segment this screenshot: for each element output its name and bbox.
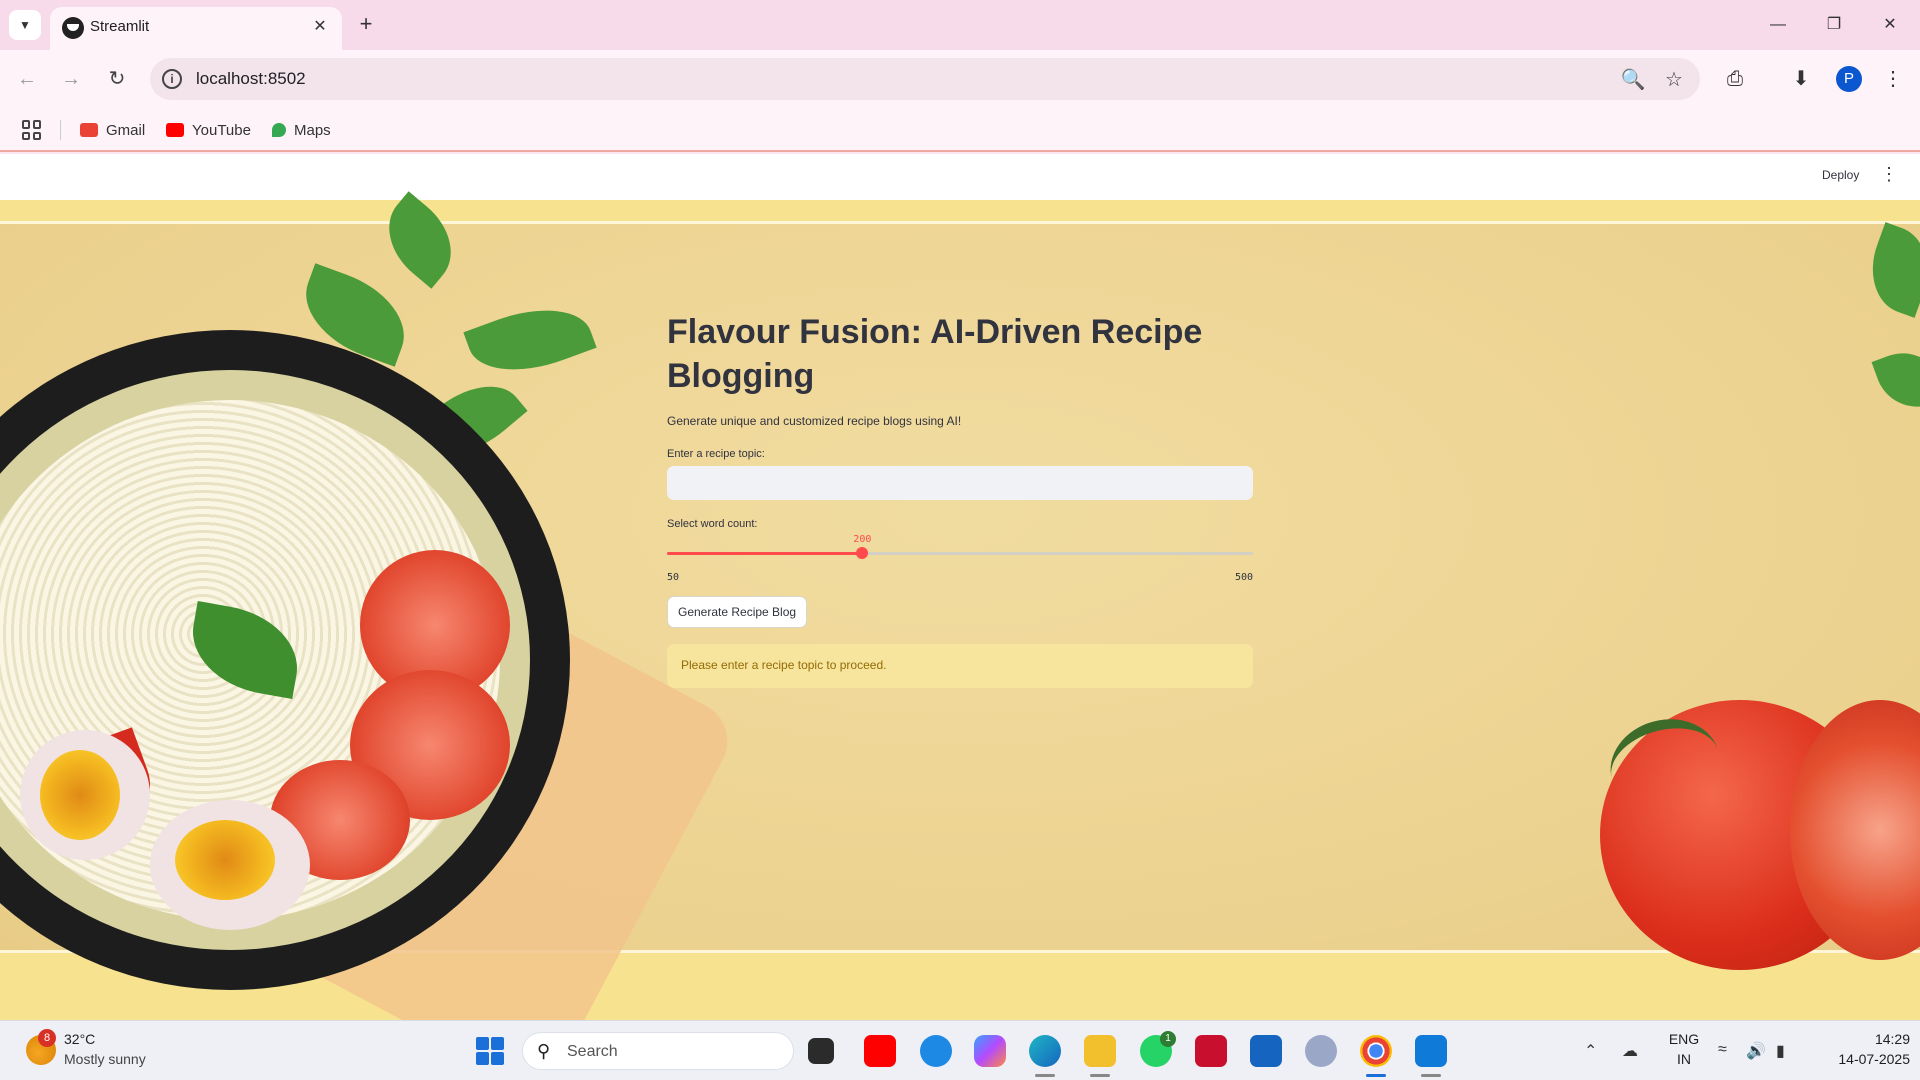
- streamlit-favicon-icon: [62, 17, 84, 39]
- language-region: IN: [1677, 1051, 1691, 1067]
- bookmark-label: Gmail: [106, 121, 146, 139]
- restore-window-icon[interactable]: ❐: [1814, 10, 1854, 40]
- apps-grid-icon[interactable]: [22, 120, 42, 140]
- zoom-icon[interactable]: 🔍: [1620, 67, 1646, 93]
- new-tab-button[interactable]: +: [352, 11, 380, 39]
- recipe-topic-input[interactable]: [667, 466, 1253, 500]
- streamlit-app: Deploy ⋮ Flavour Fusion: AI-Driven Recip…: [0, 154, 1920, 1020]
- chevron-down-icon: ▼: [19, 18, 31, 32]
- close-tab-icon[interactable]: ✕: [308, 15, 332, 39]
- slider-value-label: 200: [853, 534, 872, 545]
- egg-yolk-illustration: [175, 820, 275, 900]
- whatsapp-notification-badge: 1: [1160, 1031, 1176, 1047]
- microsoft-store-icon[interactable]: [1250, 1035, 1282, 1067]
- forward-arrow-icon[interactable]: →: [56, 64, 86, 94]
- page-subtitle: Generate unique and customized recipe bl…: [667, 414, 962, 428]
- youtube-app-icon[interactable]: [864, 1035, 896, 1067]
- vscode-icon[interactable]: [1415, 1035, 1447, 1067]
- browser-toolbar: ← → ↻ i localhost:8502 🔍 ☆ ⎙ ⬇ P ⋮: [0, 50, 1920, 108]
- main-menu-icon[interactable]: ⋮: [1880, 164, 1898, 185]
- bookmarks-divider: [60, 120, 61, 140]
- slider-min-label: 50: [667, 572, 680, 583]
- youtube-icon: [166, 123, 184, 137]
- background-image: Flavour Fusion: AI-Driven Recipe Bloggin…: [0, 191, 1920, 1020]
- downloads-icon[interactable]: ⬇: [1786, 64, 1816, 94]
- r-app-icon[interactable]: [1305, 1035, 1337, 1067]
- volume-icon[interactable]: 🔊: [1746, 1041, 1766, 1061]
- mcafee-icon[interactable]: [1195, 1035, 1227, 1067]
- gmail-icon: [80, 123, 98, 137]
- word-count-slider[interactable]: [667, 547, 1253, 559]
- bookmark-gmail[interactable]: Gmail: [80, 118, 145, 142]
- bookmark-star-icon[interactable]: ☆: [1661, 67, 1687, 93]
- egg-yolk-illustration: [40, 750, 120, 840]
- taskbar-search-placeholder: Search: [567, 1043, 618, 1060]
- tab-title: Streamlit: [90, 18, 150, 35]
- back-arrow-icon[interactable]: ←: [12, 64, 42, 94]
- profile-avatar[interactable]: P: [1836, 66, 1862, 92]
- search-icon: ⚲: [537, 1041, 551, 1061]
- active-app-indicator: [1366, 1074, 1386, 1077]
- file-explorer-icon[interactable]: [1084, 1035, 1116, 1067]
- start-button[interactable]: [476, 1037, 504, 1065]
- slider-fill: [667, 552, 863, 555]
- streamlit-header: Deploy ⋮: [0, 154, 1920, 200]
- bookmarks-bar: Gmail YouTube Maps: [0, 108, 1920, 152]
- weather-notification-badge: 8: [38, 1029, 56, 1047]
- clock-date[interactable]: 14-07-2025: [1810, 1051, 1910, 1067]
- bookmark-label: Maps: [294, 121, 331, 139]
- browser-tab[interactable]: Streamlit ✕: [50, 7, 342, 50]
- warning-alert: Please enter a recipe topic to proceed.: [667, 644, 1253, 688]
- running-indicator: [1090, 1074, 1110, 1077]
- onedrive-icon[interactable]: ☁: [1622, 1041, 1638, 1061]
- page-title: Flavour Fusion: AI-Driven Recipe Bloggin…: [667, 313, 1203, 395]
- tab-search-button[interactable]: ▼: [9, 10, 41, 40]
- running-indicator: [1035, 1074, 1055, 1077]
- copilot-icon[interactable]: [974, 1035, 1006, 1067]
- minimize-window-icon[interactable]: —: [1758, 10, 1798, 40]
- generate-recipe-blog-button[interactable]: Generate Recipe Blog: [667, 596, 808, 628]
- help-app-icon[interactable]: [920, 1035, 952, 1067]
- slider-max-label: 500: [1234, 572, 1253, 583]
- browser-tab-bar: ▼ Streamlit ✕ + — ❐ ✕: [0, 0, 1920, 50]
- word-count-label: Select word count:: [667, 518, 758, 530]
- tray-overflow-chevron-icon[interactable]: ⌃: [1584, 1041, 1597, 1061]
- task-view-icon[interactable]: [808, 1038, 834, 1064]
- chrome-icon[interactable]: [1360, 1035, 1392, 1067]
- weather-description: Mostly sunny: [64, 1051, 146, 1067]
- language-indicator[interactable]: ENG: [1664, 1031, 1704, 1047]
- main-content: Flavour Fusion: AI-Driven Recipe Bloggin…: [667, 310, 1253, 688]
- edge-browser-icon[interactable]: [1029, 1035, 1061, 1067]
- site-info-icon[interactable]: i: [162, 69, 182, 89]
- extensions-icon[interactable]: ⎙: [1720, 64, 1750, 94]
- deploy-button[interactable]: Deploy: [1822, 168, 1859, 182]
- reload-icon[interactable]: ↻: [102, 64, 132, 94]
- maps-icon: [272, 123, 286, 137]
- recipe-topic-label: Enter a recipe topic:: [667, 448, 765, 460]
- windows-taskbar: 8 32°C Mostly sunny ⚲ Search 1 ⌃ ☁ ENG I…: [0, 1020, 1920, 1080]
- close-window-icon[interactable]: ✕: [1870, 10, 1910, 40]
- wifi-icon[interactable]: ≈: [1718, 1041, 1727, 1059]
- bookmark-youtube[interactable]: YouTube: [166, 118, 251, 142]
- battery-icon[interactable]: ▮: [1776, 1041, 1785, 1061]
- bookmark-label: YouTube: [192, 121, 251, 139]
- taskbar-search[interactable]: ⚲ Search: [522, 1032, 794, 1070]
- weather-temperature: 32°C: [64, 1031, 96, 1047]
- browser-menu-icon[interactable]: ⋮: [1878, 64, 1908, 94]
- bookmark-maps[interactable]: Maps: [272, 118, 331, 142]
- url-text[interactable]: localhost:8502: [196, 69, 306, 89]
- clock-time[interactable]: 14:29: [1810, 1031, 1910, 1047]
- address-bar[interactable]: i localhost:8502 🔍 ☆: [150, 58, 1700, 100]
- running-indicator: [1421, 1074, 1441, 1077]
